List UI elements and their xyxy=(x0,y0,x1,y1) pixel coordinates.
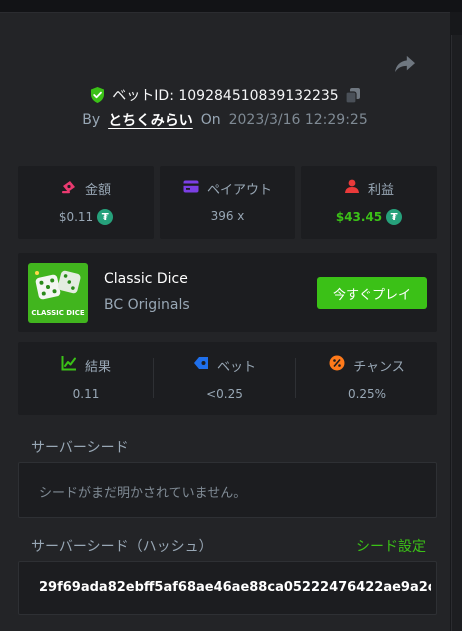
bet-column: ベット <0.25 xyxy=(154,342,295,415)
by-label: By xyxy=(82,112,101,128)
tether-icon: ₮ xyxy=(97,209,114,225)
bet-datetime: 2023/3/16 12:29:25 xyxy=(228,112,368,128)
verified-shield-icon xyxy=(89,86,106,104)
server-seed-hash-field[interactable]: 29f69ada82ebff5af68ae46ae88ca05222476422… xyxy=(18,561,437,615)
top-bar xyxy=(0,0,462,12)
game-card[interactable]: CLASSIC DICE Classic Dice BC Originals 今… xyxy=(18,253,437,332)
result-chart-icon xyxy=(61,355,77,375)
chance-value: 0.25% xyxy=(347,387,387,401)
author-row: By とちくみらい On 2023/3/16 12:29:25 xyxy=(0,109,450,131)
server-seed-hash-value[interactable]: 29f69ada82ebff5af68ae46ae88ca05222476422… xyxy=(39,580,431,595)
play-now-button[interactable]: 今すぐプレイ xyxy=(317,277,427,309)
scrollbar[interactable] xyxy=(451,35,462,631)
money-icon xyxy=(61,180,77,198)
game-title[interactable]: Classic Dice xyxy=(104,271,188,287)
copy-icon[interactable] xyxy=(345,87,361,104)
username-link[interactable]: とちくみらい xyxy=(108,110,193,130)
divider xyxy=(295,358,296,398)
server-seed-hash-label: サーバーシード（ハッシュ） xyxy=(31,539,213,555)
share-icon[interactable] xyxy=(394,54,416,74)
server-seed-label: サーバーシード xyxy=(31,440,129,456)
bet-id-row: ベットID: 109284510839132235 xyxy=(0,84,450,106)
result-label: 結果 xyxy=(84,359,111,375)
chance-column: チャンス 0.25% xyxy=(297,342,437,415)
amount-value: $0.11 xyxy=(58,210,94,224)
profit-card: 利益 $43.45 ₮ xyxy=(301,166,437,239)
bet-tag-icon xyxy=(193,355,209,375)
classic-dice-thumbnail[interactable]: CLASSIC DICE xyxy=(28,263,88,323)
tether-icon: ₮ xyxy=(386,209,403,225)
amount-label: 金額 xyxy=(84,183,111,198)
dice-icon xyxy=(35,270,81,300)
chance-label: チャンス xyxy=(353,359,405,375)
amount-card: 金額 $0.11 ₮ xyxy=(18,166,154,239)
game-provider: BC Originals xyxy=(104,297,190,313)
bet-value: <0.25 xyxy=(206,387,243,401)
result-column: 結果 0.11 xyxy=(18,342,154,415)
profit-value: $43.45 xyxy=(335,210,383,224)
result-card: 結果 0.11 ベット <0.25 チャンス 0.25% xyxy=(18,342,437,415)
thumbnail-caption: CLASSIC DICE xyxy=(31,309,85,317)
bet-id: ベットID: 109284510839132235 xyxy=(112,88,339,104)
profit-label: 利益 xyxy=(367,183,394,198)
result-value: 0.11 xyxy=(72,387,100,401)
percent-icon xyxy=(329,355,345,375)
profit-icon xyxy=(344,179,360,198)
payout-card: ペイアウト 396 x xyxy=(160,166,295,239)
payout-value: 396 x xyxy=(210,209,245,223)
seed-settings-link[interactable]: シード設定 xyxy=(356,536,426,556)
bet-label: ベット xyxy=(216,359,256,375)
on-label: On xyxy=(200,112,221,128)
payout-label: ペイアウト xyxy=(206,183,272,198)
server-seed-placeholder: シードがまだ明かされていません。 xyxy=(39,486,247,501)
card-icon xyxy=(183,180,199,197)
server-seed-field[interactable]: シードがまだ明かされていません。 xyxy=(18,462,437,518)
